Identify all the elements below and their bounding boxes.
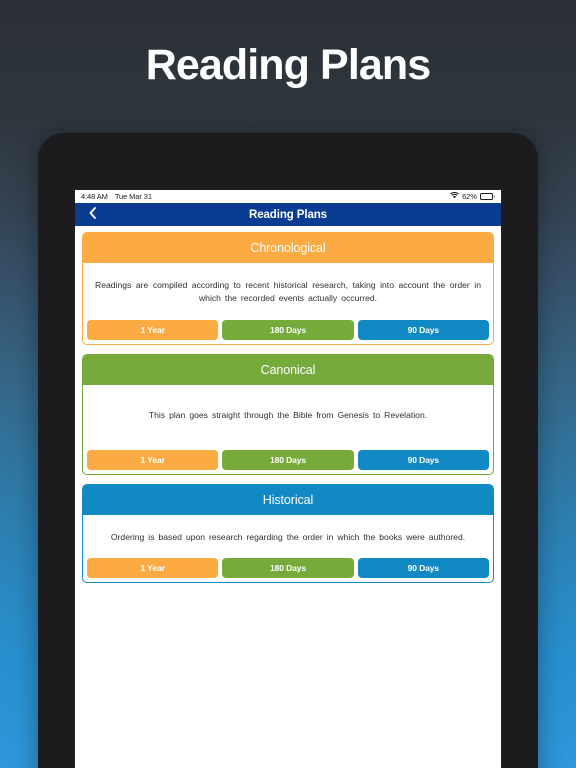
status-bar: 4:48 AM Tue Mar 31 62% bbox=[75, 190, 501, 203]
app-promo-screenshot: Reading Plans 4:48 AM Tue Mar 31 62% Rea… bbox=[0, 0, 576, 768]
plan-duration-button[interactable]: 1 Year bbox=[87, 558, 219, 579]
plan-card: Canonical This plan goes straight through… bbox=[82, 353, 494, 475]
tablet-screen: 4:48 AM Tue Mar 31 62% Reading Plans Chr… bbox=[75, 190, 501, 768]
plan-duration-buttons: 1 Year 180 Days 90 Days bbox=[83, 316, 493, 344]
status-bar-date: Tue Mar 31 bbox=[114, 192, 152, 201]
plan-duration-button[interactable]: 90 Days bbox=[357, 558, 489, 579]
plan-duration-button[interactable]: 1 Year bbox=[87, 319, 219, 340]
tablet-device-frame: 4:48 AM Tue Mar 31 62% Reading Plans Chr… bbox=[38, 133, 538, 768]
plan-duration-button[interactable]: 180 Days bbox=[222, 449, 354, 470]
plan-duration-buttons: 1 Year 180 Days 90 Days bbox=[83, 446, 493, 474]
plan-card: Chronological Readings are compiled accor… bbox=[82, 232, 494, 345]
plans-list[interactable]: Chronological Readings are compiled accor… bbox=[75, 226, 501, 768]
plan-duration-button[interactable]: 180 Days bbox=[222, 319, 354, 340]
back-button[interactable] bbox=[81, 203, 103, 226]
battery-icon bbox=[479, 193, 495, 200]
battery-cap bbox=[493, 195, 495, 198]
status-bar-right: 62% bbox=[450, 191, 495, 201]
plan-duration-button[interactable]: 90 Days bbox=[357, 319, 489, 340]
plan-card-description: Readings are compiled according to recen… bbox=[95, 280, 481, 304]
page-title: Reading Plans bbox=[145, 41, 432, 89]
plan-duration-button[interactable]: 90 Days bbox=[357, 449, 489, 470]
navigation-bar: Reading Plans bbox=[75, 203, 501, 226]
plan-duration-button[interactable]: 180 Days bbox=[222, 558, 354, 579]
plan-duration-button[interactable]: 1 Year bbox=[87, 449, 219, 470]
chevron-left-icon bbox=[89, 206, 96, 224]
plan-card-title: Historical bbox=[83, 484, 493, 515]
wifi-icon bbox=[450, 191, 459, 201]
plan-card-description: This plan goes straight through the Bibl… bbox=[148, 409, 428, 420]
plan-card: Historical Ordering is based upon researc… bbox=[82, 483, 494, 584]
plan-duration-buttons: 1 Year 180 Days 90 Days bbox=[83, 554, 493, 582]
navbar-title: Reading Plans bbox=[249, 208, 327, 221]
status-bar-left: 4:48 AM Tue Mar 31 bbox=[81, 192, 152, 201]
status-bar-time: 4:48 AM bbox=[81, 192, 108, 201]
plan-card-title: Canonical bbox=[83, 354, 493, 385]
plan-card-description: Ordering is based upon research regardin… bbox=[110, 531, 466, 542]
battery-percent-label: 62% bbox=[462, 192, 477, 201]
battery-body bbox=[479, 193, 493, 200]
plan-card-title: Chronological bbox=[83, 233, 493, 263]
